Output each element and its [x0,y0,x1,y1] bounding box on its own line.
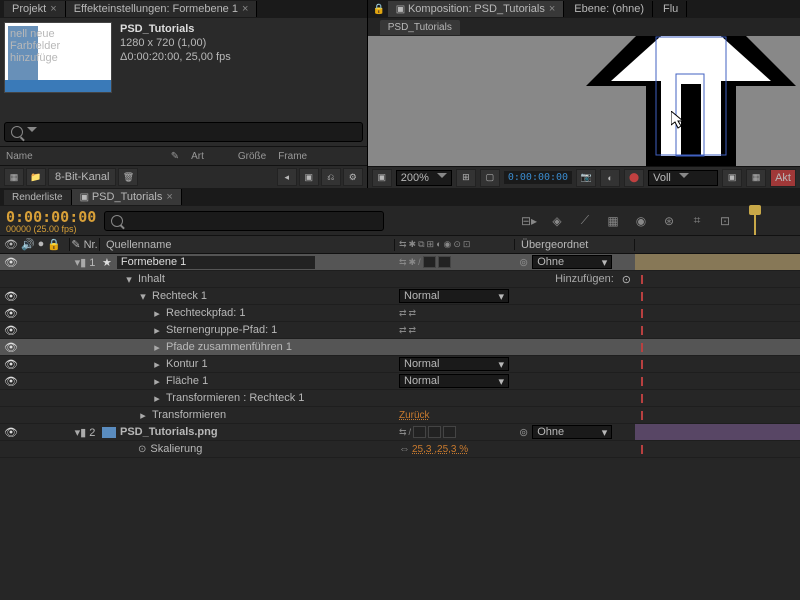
timeline-columns: 👁🔊●🔒 ✎ Nr. Quellenname ⇆✱⧉⊞◐◉⊙⊡ Übergeor… [0,236,800,254]
layer-1-row[interactable]: 👁 ▾▮ 1 ★ ⇆✱ / ⊚Ohne▾ [0,254,800,271]
zoom-select[interactable]: 200% [396,170,452,186]
tab-layer[interactable]: Ebene: (ohne) [566,1,653,17]
tab-composition[interactable]: ▣ Komposition: PSD_Tutorials× [388,1,565,17]
timeline-tabs: Renderliste ▣ PSD_Tutorials× [0,188,800,206]
project-footer-icons: ▦ 📁 8-Bit-Kanal 🗑 ◂ ▣ ⎌ ⚙ [0,166,367,188]
project-columns: Name ✎ Art Größe Frame [0,146,367,166]
transform-rect-row[interactable]: ▸Transformieren : Rechteck 1 [0,390,800,407]
project-thumbnail[interactable]: nell neue Farbfelder hinzufüge [4,22,112,93]
comp-icon[interactable]: ▣ [299,168,319,186]
blend-mode-select[interactable]: Normal▾ [399,289,509,303]
rect1-row[interactable]: 👁 ▾Rechteck 1 Normal▾ [0,288,800,305]
bin-icon[interactable]: ▦ [4,168,24,186]
grid-icon[interactable]: ⊞ [456,169,476,187]
cursor-icon [671,111,689,129]
graph-icon[interactable]: ⌗ [686,212,708,230]
twirl-icon[interactable]: ▾ [75,257,81,269]
layer-2-row[interactable]: 👁 ▾▮ 2 PSD_Tutorials.png ⇆ / ⊚Ohne▾ [0,424,800,441]
tab-render-queue[interactable]: Renderliste [4,190,72,205]
tab-timeline-comp[interactable]: ▣ PSD_Tutorials× [72,189,182,205]
viewer-toolbar: ▣ 200% ⊞ ▢ 0:00:00:00 📷 ◐ ⬤ Voll ▣ ▦ Akt [368,166,800,188]
reset-link[interactable]: Zurück [399,410,430,421]
layer-name-input[interactable] [116,255,316,270]
show-channel-icon[interactable]: ◐ [600,169,620,187]
transform-row[interactable]: ▸Transformieren Zurück [0,407,800,424]
mask-icon[interactable]: ▢ [480,169,500,187]
composition-viewer[interactable] [368,36,800,166]
kontur-row[interactable]: 👁 ▸Kontur 1 Normal▾ [0,356,800,373]
comp-mini-icon[interactable]: ⊟▸ [518,212,540,230]
blend-mode-select[interactable]: Normal▾ [399,374,509,388]
scale-value[interactable]: 25,3 ,25,3 % [412,444,468,455]
shy-icon[interactable]: ⟋ [574,212,596,230]
tab-effects[interactable]: Effekteinstellungen: Formebene 1× [66,1,258,17]
trash-icon[interactable]: 🗑 [118,168,138,186]
tab-flowchart[interactable]: Flu [655,1,687,17]
viewer-timecode[interactable]: 0:00:00:00 [504,171,572,184]
current-time[interactable]: 0:00:00:00 [6,208,96,226]
bounds-icon[interactable]: ▣ [372,169,392,187]
merge-paths-row[interactable]: 👁 ▸Pfade zusammenführen 1 [0,339,800,356]
parent-select[interactable]: Ohne▾ [532,255,612,269]
rectpath-row[interactable]: 👁 ▸Rechteckpfad: 1 ⇄⇄ [0,305,800,322]
frame-blend-icon[interactable]: ▦ [602,212,624,230]
flache-row[interactable]: 👁 ▸Fläche 1 Normal▾ [0,373,800,390]
color-icon[interactable]: ⬤ [624,169,644,187]
flow-icon[interactable]: ⎌ [321,168,341,186]
active-cam-button[interactable]: Akt [770,169,796,187]
inhalt-row[interactable]: ▾Inhalt Hinzufügen: ⊙ [0,271,800,288]
resolution-select[interactable]: Voll [648,170,718,186]
bit-depth[interactable]: 8-Bit-Kanal [48,168,116,186]
dope-icon[interactable]: ⊡ [714,212,736,230]
stargroup-row[interactable]: 👁 ▸Sternengruppe-Pfad: 1 ⇄⇄ [0,322,800,339]
lock-icon[interactable]: 🔒 [372,2,386,16]
composition-tabs: 🔒 ▣ Komposition: PSD_Tutorials× Ebene: (… [368,0,800,18]
timeline-search[interactable] [104,211,384,231]
blend-mode-select[interactable]: Normal▾ [399,357,509,371]
cube-icon[interactable]: ◈ [546,212,568,230]
project-info: PSD_Tutorials 1280 x 720 (1,00) Δ0:00:20… [120,22,231,93]
tab-project[interactable]: Projekt× [4,1,66,17]
motion-blur-icon[interactable]: ◉ [630,212,652,230]
region-icon[interactable]: ▣ [722,169,742,187]
comp-sub-tab[interactable]: PSD_Tutorials [380,20,460,35]
stopwatch-icon[interactable]: ⊙ [138,444,146,455]
arrow-shape [556,36,800,166]
pickwhip-icon[interactable]: ⊚ [519,256,528,269]
visibility-icon[interactable]: 👁 [4,256,16,268]
parent-select[interactable]: Ohne▾ [532,425,612,439]
search-icon [11,126,23,138]
snapshot-icon[interactable]: 📷 [576,169,596,187]
folder-icon[interactable]: 📁 [26,168,46,186]
project-panel-tabs: Projekt× Effekteinstellungen: Formebene … [0,0,367,18]
settings-icon[interactable]: ⚙ [343,168,363,186]
add-button[interactable]: ⊙ [622,273,631,286]
eye-icon: 👁 [4,238,18,251]
transparency-icon[interactable]: ▦ [746,169,766,187]
scale-row[interactable]: ⊙ Skalierung ⇔ 25,3 ,25,3 % [0,441,800,458]
brain-icon[interactable]: ⊛ [658,212,680,230]
image-file-icon [102,427,116,438]
nav-prev-icon[interactable]: ◂ [277,168,297,186]
project-search[interactable] [4,122,363,142]
star-icon: ★ [102,256,112,269]
